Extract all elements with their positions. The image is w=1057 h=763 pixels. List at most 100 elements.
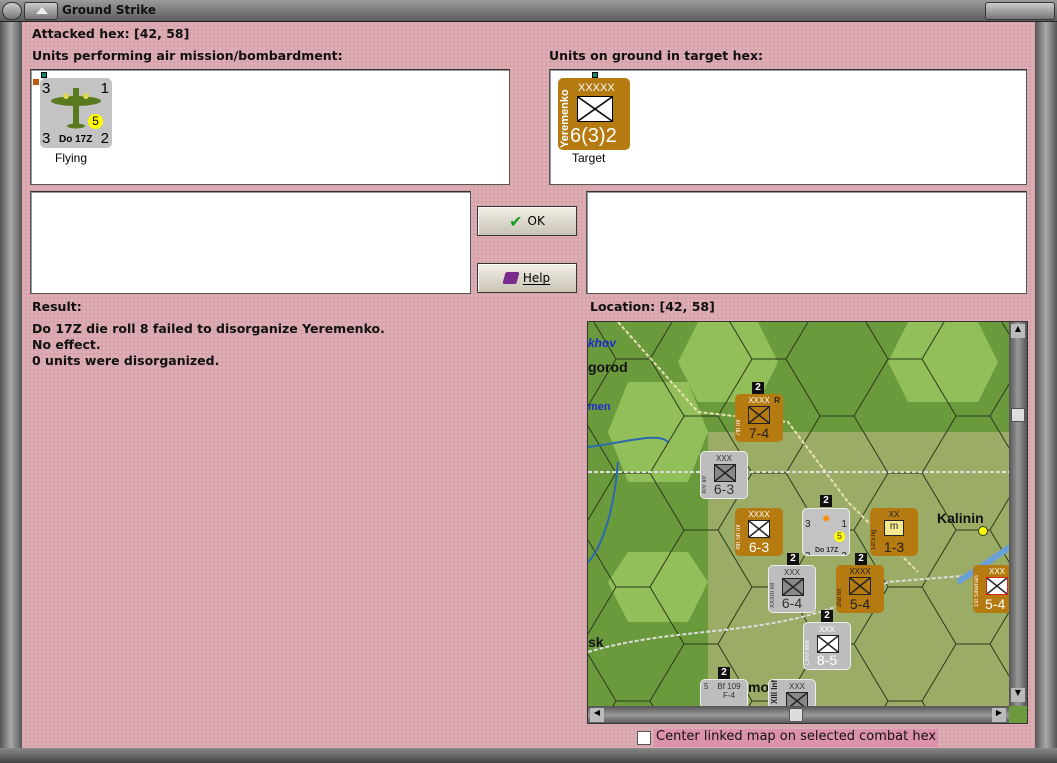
horizontal-scroll-thumb[interactable] <box>789 708 803 722</box>
place-name: gorod <box>588 359 628 375</box>
map-unit-counter[interactable]: XXX XIII Inf <box>768 679 816 709</box>
help-label: Help <box>522 271 551 285</box>
unit-strength: 8-5 <box>816 652 838 668</box>
map-vertical-scrollbar[interactable]: ▲ ▼ <box>1009 322 1027 706</box>
scroll-right-arrow-icon[interactable]: ▶ <box>992 708 1006 722</box>
window-controls[interactable] <box>985 2 1055 20</box>
air-unit-counter[interactable]: 3 1 5 3 Do 17Z 2 <box>40 78 112 148</box>
infantry-symbol-icon <box>782 578 804 596</box>
ground-unit-counter[interactable]: Yeremenko XXXXX 6(3)2 <box>558 78 630 150</box>
result-line: No effect. <box>32 337 101 352</box>
place-name: mo <box>748 679 769 695</box>
place-name: sk <box>588 634 604 650</box>
motorized-symbol-icon <box>817 635 839 653</box>
window-title: Ground Strike <box>62 3 157 17</box>
attacked-hex-label: Attacked hex: [42, 58] <box>32 26 190 41</box>
unit-name: Bf 109 F-4 <box>717 682 741 700</box>
unit-strength: 5-4 <box>849 596 871 612</box>
unit-size: XXX <box>715 454 732 463</box>
unit-size: XXXX <box>748 510 770 519</box>
infantry-symbol-icon <box>849 577 871 595</box>
unit-strength: 6(3)2 <box>570 125 617 147</box>
map-unit-counter[interactable]: XX 1st Eng m 1-3 <box>870 508 918 556</box>
defender-info-panel <box>586 191 1027 294</box>
infantry-symbol-icon <box>577 96 613 122</box>
scroll-left-arrow-icon[interactable]: ◀ <box>590 708 604 722</box>
explosion-icon: ✹ <box>822 514 831 525</box>
triangle-up-icon <box>36 7 48 14</box>
stack-count: 2 <box>855 553 867 565</box>
unit-status: Target <box>572 151 606 165</box>
bottom-frame <box>0 748 1057 763</box>
unit-value: 5 <box>704 682 709 691</box>
stack-count: 2 <box>820 495 832 507</box>
unit-strength: 6-3 <box>713 481 735 497</box>
unit-size: XXX <box>788 682 805 691</box>
unit-name: Do 17Z <box>59 134 93 145</box>
stack-count: 2 <box>821 610 833 622</box>
engineer-symbol-icon: m <box>884 520 904 536</box>
ground-units-label: Units on ground in target hex: <box>549 48 764 63</box>
attacker-info-panel <box>30 191 471 294</box>
help-button[interactable]: Help <box>477 263 577 293</box>
infantry-symbol-icon <box>748 406 770 424</box>
unit-strength: 6-3 <box>748 539 770 555</box>
place-name: Kalinin <box>937 510 984 526</box>
unit-size: XXXX <box>849 567 871 576</box>
unit-badge: 5 <box>88 114 103 129</box>
air-units-label: Units performing air mission/bombardment… <box>32 48 343 63</box>
infantry-symbol-icon <box>714 464 736 482</box>
unit-name: Do 17Z <box>815 547 839 554</box>
title-bar: Ground Strike <box>0 0 1057 22</box>
help-book-icon <box>502 272 520 284</box>
map-unit-counter[interactable]: XXXX 4th Sh Inf 6-3 <box>735 508 783 556</box>
left-frame <box>0 22 22 763</box>
unit-size: XXX <box>783 568 800 577</box>
ground-units-list: Yeremenko XXXXX 6(3)2 Target <box>549 69 1027 185</box>
map-view[interactable]: khov gorod men Kalinin sk mo XXXX R 7th In… <box>587 321 1028 724</box>
unit-value: 3 <box>42 130 51 147</box>
map-unit-counter[interactable]: XXX LXVI Mot 8-5 <box>803 622 851 670</box>
map-unit-counter[interactable]: XXXX R 7th Inf 7-4 <box>735 394 783 442</box>
map-air-unit-counter[interactable]: 3 1 3 2Do 17Z✹5 <box>802 508 850 556</box>
unit-name: 1st Siberian <box>974 575 980 607</box>
result-label: Result: <box>32 299 82 314</box>
stack-count: 2 <box>752 382 764 394</box>
map-air-unit-counter[interactable]: 5 Bf 109 F-4 <box>700 679 748 709</box>
right-frame <box>1035 22 1057 763</box>
center-map-checkbox-label[interactable]: Center linked map on selected combat hex <box>654 729 939 747</box>
unit-badge: 5 <box>834 531 845 542</box>
city-marker-icon <box>978 526 988 536</box>
infantry-symbol-icon <box>748 520 770 538</box>
result-line: Do 17Z die roll 8 failed to disorganize … <box>32 321 385 336</box>
air-units-list: 3 1 5 3 Do 17Z 2 Flying <box>30 69 510 185</box>
unit-strength: 7-4 <box>748 425 770 441</box>
map-unit-counter[interactable]: XXX XIV Inf 6-3 <box>700 451 748 499</box>
vertical-scroll-thumb[interactable] <box>1011 408 1025 422</box>
unit-tag: R <box>774 396 780 405</box>
infantry-symbol-icon <box>986 577 1008 595</box>
ok-button[interactable]: ✔ OK <box>477 206 577 236</box>
unit-name: XIII Inf <box>770 680 779 704</box>
unit-value: 2 <box>100 130 109 147</box>
stack-count: 2 <box>718 667 730 679</box>
center-map-checkbox[interactable] <box>637 731 651 745</box>
collapse-button[interactable] <box>24 2 58 20</box>
map-unit-counter[interactable]: XXX XXXIII Inf 6-4 <box>768 565 816 613</box>
unit-strength: 6-4 <box>781 595 803 611</box>
place-name: khov <box>588 336 617 350</box>
unit-size: XXXXX <box>578 82 615 94</box>
stack-count: 2 <box>787 553 799 565</box>
location-label: Location: [42, 58] <box>590 299 715 314</box>
system-menu-button[interactable] <box>2 2 22 20</box>
ok-label: OK <box>527 214 545 228</box>
unit-status: Flying <box>55 151 88 165</box>
scroll-up-arrow-icon[interactable]: ▲ <box>1011 324 1025 338</box>
unit-strength: 1-3 <box>883 539 905 555</box>
unit-size: XX <box>888 510 900 519</box>
status-dot <box>33 79 39 85</box>
map-unit-counter[interactable]: XXXX 2nd Inf 5-4 <box>836 565 884 613</box>
scroll-down-arrow-icon[interactable]: ▼ <box>1011 688 1025 702</box>
unit-size: XXX <box>818 625 835 634</box>
map-horizontal-scrollbar[interactable]: ◀ ▶ <box>588 706 1009 723</box>
